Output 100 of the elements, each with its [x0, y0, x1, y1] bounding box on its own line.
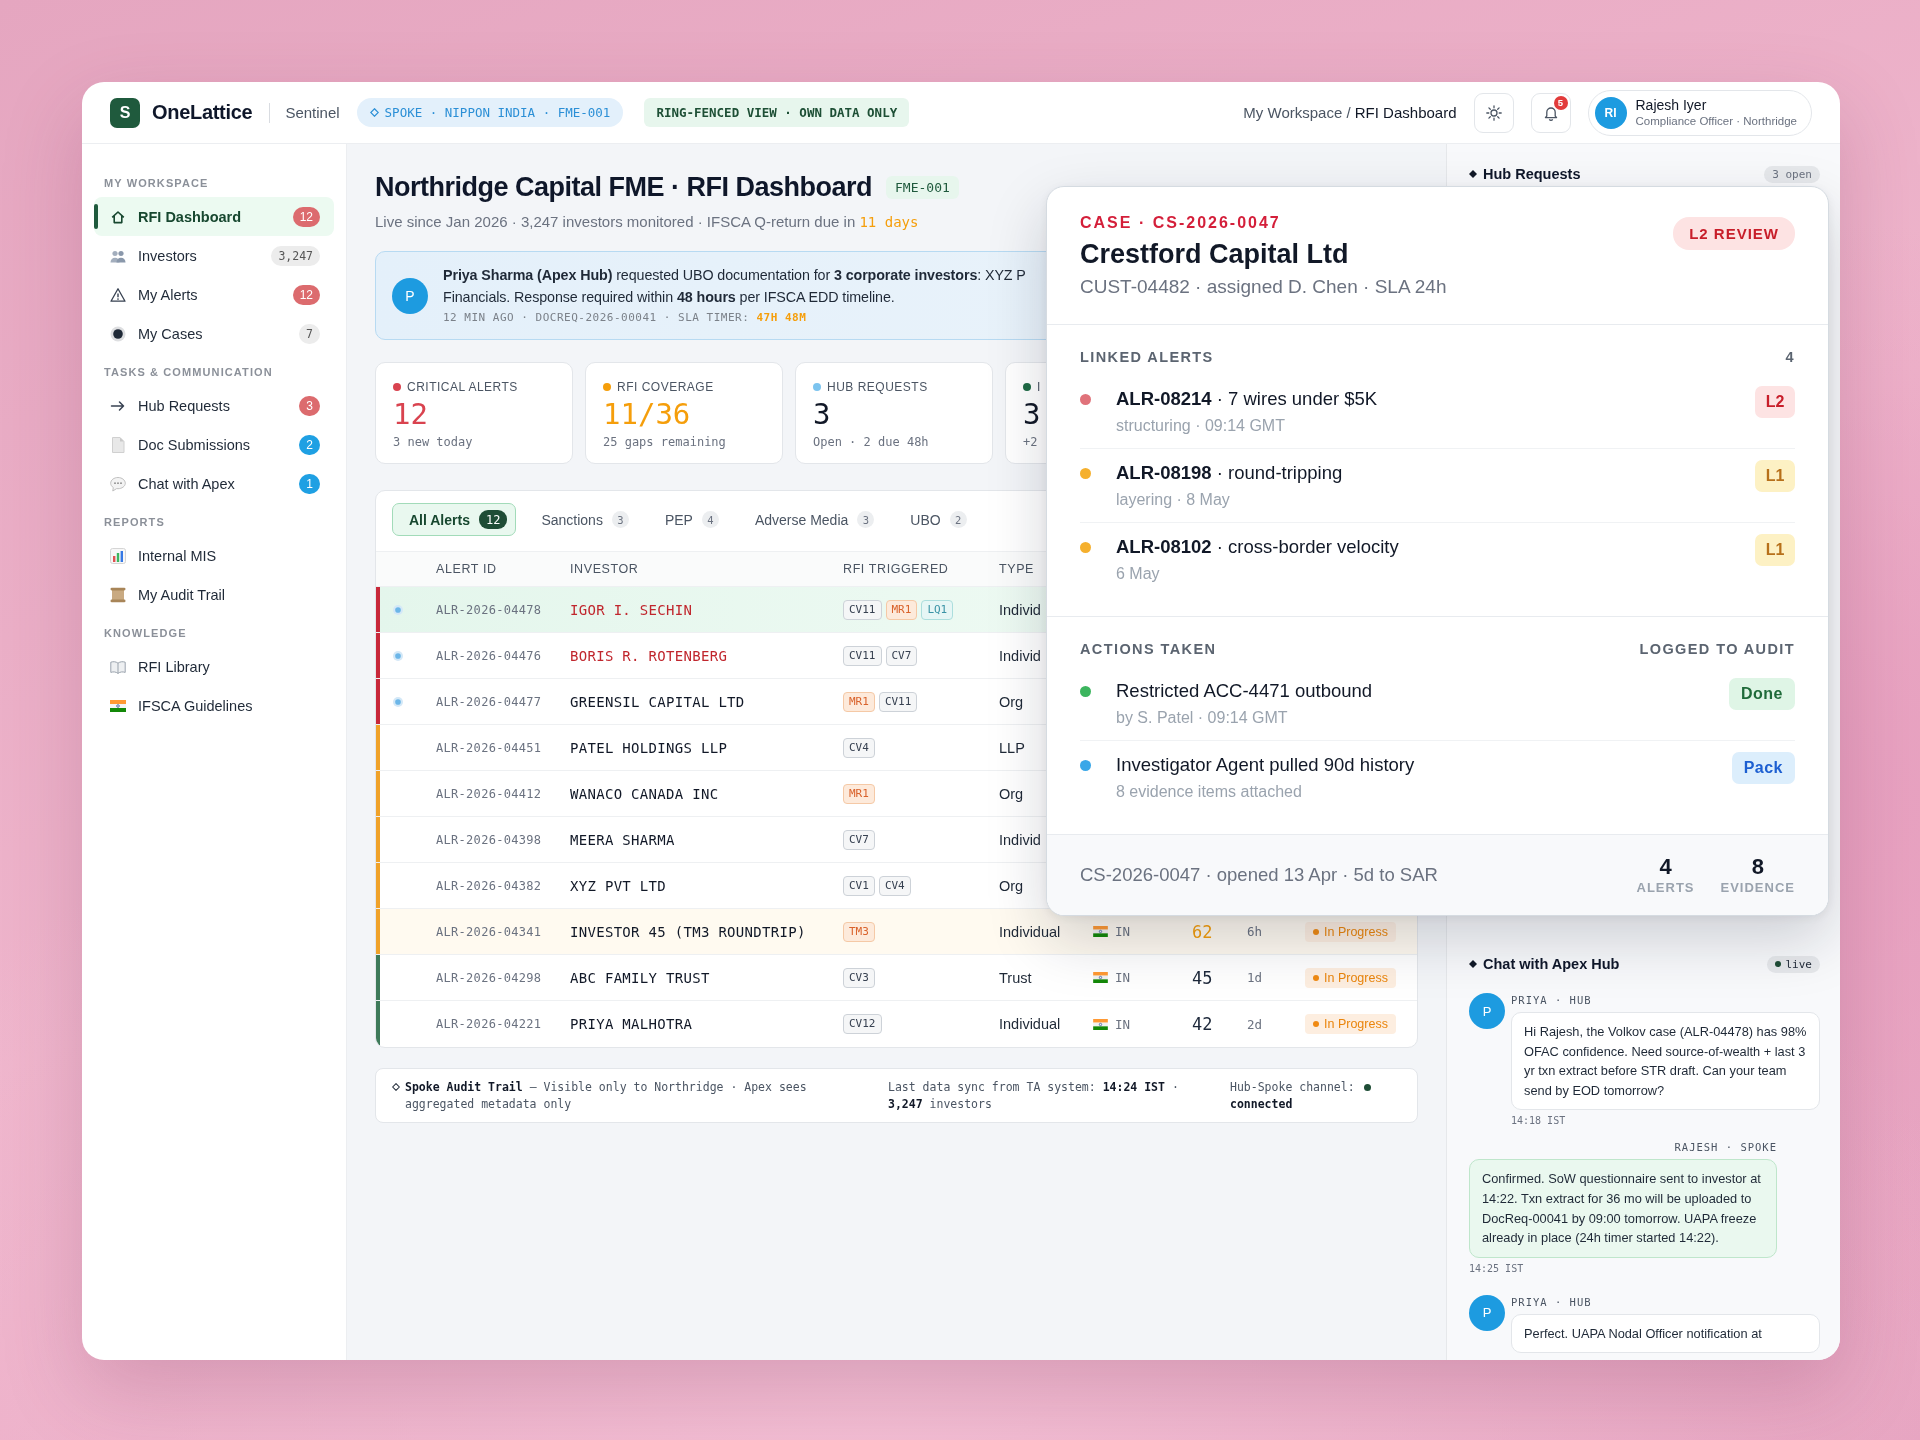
filter-tab[interactable]: All Alerts 12 — [392, 503, 517, 536]
alert-detail: 6 May — [1116, 564, 1160, 584]
sidebar-item[interactable]: My Alerts 12 — [94, 275, 334, 314]
status-label: In Progress — [1324, 970, 1388, 985]
message-author: RAJESH · SPOKE — [1674, 1140, 1777, 1155]
stat-note: +2 — [1023, 434, 1038, 451]
investor-name: XYZ PVT LTD — [570, 877, 667, 894]
stat-note: Open · 2 due 48h — [813, 434, 929, 451]
tab-count: 2 — [949, 511, 967, 528]
status-dot-icon — [1774, 961, 1781, 967]
scroll-icon — [110, 586, 126, 603]
item-count: 3,247 — [271, 245, 320, 266]
diamond-outline-icon — [369, 108, 379, 117]
sidebar-item[interactable]: Internal MIS — [94, 536, 334, 575]
section-title: ACTIONS TAKEN — [1080, 640, 1217, 659]
rfi-code-tag: CV7 — [843, 829, 875, 850]
speech-bubble-icon — [110, 475, 126, 492]
stat-value: 3 — [813, 397, 831, 431]
alert-age: 6h — [1247, 924, 1263, 939]
sidebar-item[interactable]: My Cases 7 — [94, 314, 334, 353]
radio-dot-icon — [110, 325, 126, 342]
tab-count: 12 — [478, 510, 508, 529]
channel-state: connected — [1230, 1096, 1293, 1111]
section-label: KNOWLEDGE — [104, 626, 187, 641]
rfi-code-tag: CV11 — [843, 645, 882, 666]
investor-name: BORIS R. ROTENBERG — [570, 647, 728, 664]
investor-name: IGOR I. SECHIN — [570, 601, 693, 618]
sidebar-item[interactable]: My Audit Trail — [94, 575, 334, 614]
breadcrumb[interactable]: My Workspace / RFI Dashboard — [1243, 104, 1457, 121]
column-header: TYPE — [999, 562, 1035, 576]
section-label: MY WORKSPACE — [104, 176, 209, 191]
country-code: IN — [1115, 924, 1131, 939]
risk-score: 45 — [1192, 967, 1213, 988]
status-dot-icon — [1313, 928, 1319, 935]
chat-avatar: P — [1469, 993, 1505, 1029]
live-label: live — [1785, 957, 1812, 971]
status-dot-icon — [1313, 1021, 1319, 1027]
request-count: 3 open — [1764, 165, 1820, 183]
user-menu[interactable]: RI Rajesh Iyer Compliance Officer · Northridge — [1587, 89, 1812, 136]
sidebar-item[interactable]: IFSCA Guidelines — [94, 686, 334, 725]
diamond-outline-icon — [392, 1083, 400, 1091]
alert-detail: structuring · 09:14 GMT — [1116, 416, 1285, 436]
alert-detail: layering · 8 May — [1116, 490, 1230, 510]
investor-name: INVESTOR 45 (TM3 ROUNDTRIP) — [570, 923, 806, 940]
sidebar-item[interactable]: RFI Library — [94, 647, 334, 686]
view-mode-tag: RING-FENCED VIEW · OWN DATA ONLY — [644, 98, 910, 127]
filter-tab[interactable]: UBO 2 — [893, 503, 978, 536]
sun-icon — [1485, 104, 1502, 121]
filter-tab[interactable]: Adverse Media 3 — [737, 503, 886, 536]
message-time: 14:18 IST — [1511, 1114, 1566, 1129]
sidebar-item[interactable]: Doc Submissions 2 — [94, 425, 334, 464]
flag-icon — [1093, 1018, 1108, 1030]
user-avatar: RI — [1594, 96, 1627, 129]
tab-count: 3 — [857, 511, 875, 528]
filter-tab[interactable]: Sanctions 3 — [524, 503, 640, 536]
stat-label: RFI COVERAGE — [617, 379, 714, 395]
stat-label: HUB REQUESTS — [827, 379, 928, 395]
rfi-code-tag: CV1 — [843, 875, 875, 896]
product-name: Sentinel — [285, 104, 340, 121]
rfi-code-tag: MR1 — [843, 691, 875, 712]
stat-label: I — [1037, 379, 1041, 395]
stat-note: 25 gaps remaining — [603, 434, 726, 451]
table-row[interactable]: ALR-2026-04341 INVESTOR 45 (TM3 ROUNDTRIP) TM3 Individual IN 62 6h In Progress — [376, 909, 1417, 955]
case-title: Crestford Capital Ltd — [1080, 238, 1349, 271]
alert-id: ALR-2026-04477 — [436, 694, 542, 709]
alert-id: ALR-2026-04412 — [436, 786, 542, 801]
tab-count: 4 — [701, 511, 719, 528]
rfi-code-tag: CV12 — [843, 1014, 882, 1034]
home-icon — [110, 208, 126, 225]
section-label: TASKS & COMMUNICATION — [104, 365, 273, 380]
code-tag: FME-001 — [886, 175, 959, 199]
alert-id: ALR-2026-04221 — [436, 1017, 542, 1031]
brand-name: OneLattice — [152, 101, 253, 124]
notifications-button[interactable]: 5 — [1530, 92, 1571, 133]
message-time: 14:25 IST — [1469, 1261, 1524, 1276]
sidebar-item[interactable]: Investors 3,247 — [94, 236, 334, 275]
open-book-icon — [110, 658, 126, 675]
filter-tab[interactable]: PEP 4 — [647, 503, 730, 536]
sidebar-item[interactable]: Hub Requests 3 — [94, 386, 334, 425]
sidebar-item[interactable]: RFI Dashboard 12 — [94, 197, 334, 236]
page-title: Northridge Capital FME · RFI Dashboard — [375, 171, 873, 204]
flag-icon — [1093, 926, 1108, 937]
level-tag: L2 — [1755, 386, 1795, 418]
section-title: Hub Requests — [1483, 166, 1581, 182]
action-tag: Done — [1729, 678, 1795, 710]
sync-status: Last data sync from TA system: 14:24 IST · 3,247 investors — [888, 1078, 1180, 1113]
theme-button[interactable] — [1473, 92, 1514, 133]
stat-label: EVIDENCE — [1720, 880, 1795, 896]
message-author: PRIYA · HUB — [1511, 1294, 1592, 1309]
investor-type: Trust — [999, 969, 1032, 986]
chat-avatar: P — [1469, 1294, 1505, 1331]
sidebar-item[interactable]: Chat with Apex 1 — [94, 464, 334, 503]
investor-name: WANACO CANADA INC — [570, 785, 719, 802]
investor-type: Org — [999, 785, 1024, 802]
rfi-code-tag: CV11 — [878, 691, 918, 712]
flag-icon — [1093, 972, 1108, 983]
investor-type: Org — [999, 877, 1024, 894]
table-row[interactable]: ALR-2026-04298 ABC FAMILY TRUST CV3 Trust IN 45 1d In Progress — [376, 955, 1417, 1001]
rfi-code-tag: LQ1 — [921, 599, 954, 620]
table-row[interactable]: ALR-2026-04221 PRIYA MALHOTRA CV12 Individual IN 42 2d In Progress — [376, 1001, 1417, 1047]
